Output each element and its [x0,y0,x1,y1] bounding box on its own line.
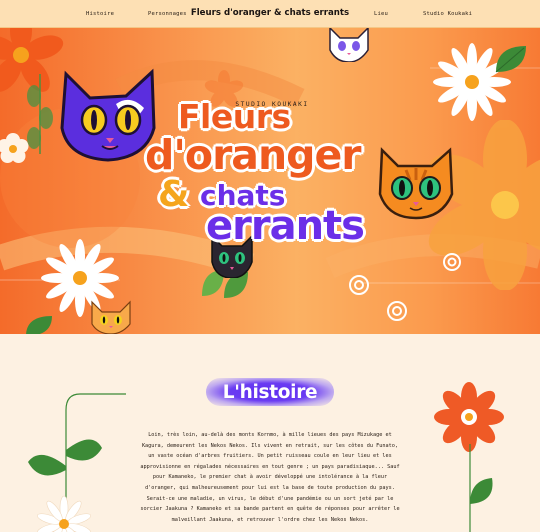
nav-link-personnages[interactable]: Personnages [148,11,187,17]
green-leaf-icon [469,444,493,532]
story-paragraph: Loin, très loin, au-delà des monts Kornm… [140,432,400,523]
studio-logo-tag: STUDIO KOUKAKI PRÉSENTE [234,101,310,115]
story-section: L'histoire Loin, très loin, au-delà des … [0,334,540,532]
cat-head-icon [91,300,131,334]
white-daisy-icon [37,495,91,532]
cat-head-icon [60,68,156,162]
green-leaf-icon [26,316,52,334]
green-leaf-icon [27,74,53,154]
nav-link-lieu[interactable]: Lieu [374,11,388,17]
story-heading: L'histoire [206,378,334,406]
white-daisy-icon [349,275,369,295]
nav-link-histoire[interactable]: Histoire [86,11,114,17]
hero-banner: STUDIO KOUKAKI PRÉSENTE Fleurs d'oranger… [0,28,540,334]
studio-subtitle: PRÉSENTE [259,111,285,115]
top-navigation: Histoire Personnages Fleurs d'oranger & … [0,0,540,28]
white-daisy-icon [387,301,407,321]
cat-head-icon [211,234,253,278]
cat-head-icon [378,147,454,220]
green-leaf-icon [495,46,526,73]
cat-head-icon [329,28,369,62]
nav-link-studio-koukaki[interactable]: Studio Koukaki [423,11,472,17]
orange-flower-icon [434,382,504,452]
site-title[interactable]: Fleurs d'oranger & chats errants [191,8,349,18]
studio-name: STUDIO KOUKAKI [235,101,309,108]
white-daisy-icon [443,253,461,271]
